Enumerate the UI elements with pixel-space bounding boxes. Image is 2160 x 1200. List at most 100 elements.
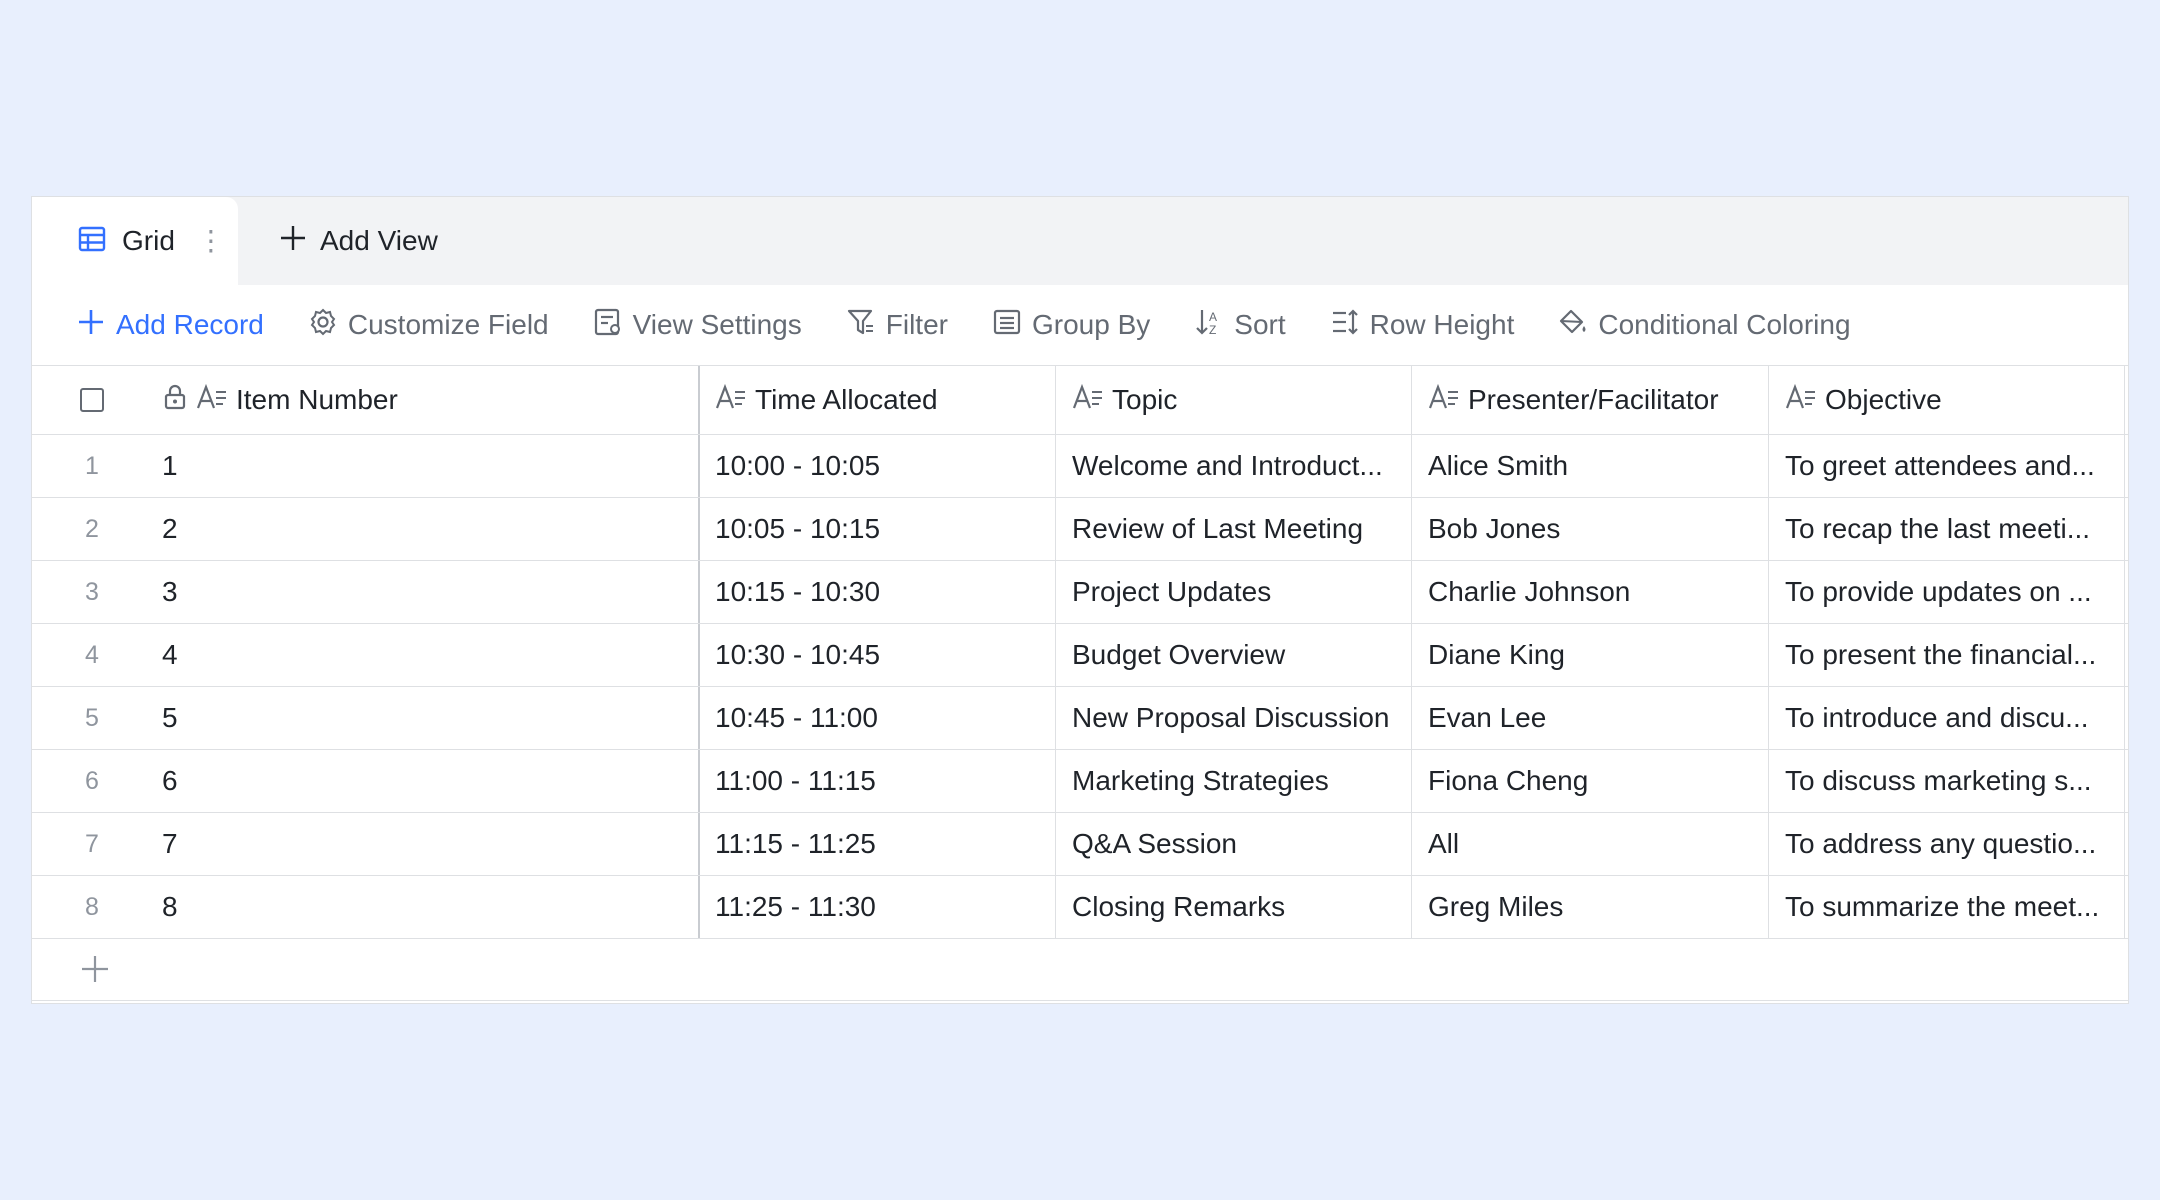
view-settings-icon [593, 307, 633, 344]
cell-time-allocated[interactable]: 10:30 - 10:45 [698, 624, 1055, 686]
select-all-checkbox[interactable] [80, 388, 104, 412]
table-row[interactable]: 6 6 11:00 - 11:15 Marketing Strategies F… [32, 750, 2128, 813]
add-view-button[interactable]: Add View [278, 197, 438, 285]
cell-item-number[interactable]: 4 [152, 624, 698, 686]
sort-button[interactable]: AZ Sort [1194, 307, 1286, 344]
table-row[interactable]: 2 2 10:05 - 10:15 Review of Last Meeting… [32, 498, 2128, 561]
grid-view-icon [78, 225, 106, 258]
cell-item-number[interactable]: 5 [152, 687, 698, 749]
cell-time-allocated[interactable]: 10:45 - 11:00 [698, 687, 1055, 749]
row-number: 7 [85, 829, 99, 858]
row-number: 1 [85, 451, 99, 480]
cell-topic[interactable]: Review of Last Meeting [1055, 498, 1411, 560]
row-height-button[interactable]: Row Height [1330, 307, 1514, 344]
cell-presenter[interactable]: Evan Lee [1411, 687, 1768, 749]
group-by-icon [992, 307, 1032, 344]
cell-presenter[interactable]: Charlie Johnson [1411, 561, 1768, 623]
cell-topic[interactable]: Marketing Strategies [1055, 750, 1411, 812]
column-header-item-number[interactable]: Item Number [152, 366, 698, 434]
column-header-topic[interactable]: Topic [1055, 366, 1411, 434]
table-row[interactable]: 3 3 10:15 - 10:30 Project Updates Charli… [32, 561, 2128, 624]
cell-presenter[interactable]: Greg Miles [1411, 876, 1768, 938]
column-header-label: Time Allocated [755, 384, 938, 415]
tab-more-icon[interactable]: ⋮ [197, 227, 225, 255]
cell-objective[interactable]: To summarize the meet... [1768, 876, 2125, 938]
view-settings-label: View Settings [632, 309, 802, 340]
cell-objective[interactable]: To provide updates on ... [1768, 561, 2125, 623]
cell-presenter[interactable]: Bob Jones [1411, 498, 1768, 560]
header-row: Item Number Time Allocated Topic Present… [32, 365, 2128, 435]
row-number: 5 [85, 703, 99, 732]
row-height-icon [1330, 307, 1370, 344]
add-row-plus-icon[interactable] [79, 953, 111, 985]
cell-item-number[interactable]: 6 [152, 750, 698, 812]
filter-label: Filter [885, 309, 948, 340]
group-by-label: Group By [1031, 309, 1151, 340]
cell-item-number[interactable]: 3 [152, 561, 698, 623]
table-row[interactable]: 8 8 11:25 - 11:30 Closing Remarks Greg M… [32, 876, 2128, 939]
table-row[interactable]: 4 4 10:30 - 10:45 Budget Overview Diane … [32, 624, 2128, 687]
cell-time-allocated[interactable]: 10:00 - 10:05 [698, 435, 1055, 497]
cell-objective[interactable]: To introduce and discu... [1768, 687, 2125, 749]
cell-time-allocated[interactable]: 11:25 - 11:30 [698, 876, 1055, 938]
text-field-icon [196, 383, 236, 418]
cell-item-number[interactable]: 1 [152, 435, 698, 497]
cell-topic[interactable]: Closing Remarks [1055, 876, 1411, 938]
table-row[interactable]: 1 1 10:00 - 10:05 Welcome and Introduct.… [32, 435, 2128, 498]
row-number: 4 [85, 640, 99, 669]
cell-topic[interactable]: New Proposal Discussion [1055, 687, 1411, 749]
cell-item-number[interactable]: 7 [152, 813, 698, 875]
cell-topic[interactable]: Welcome and Introduct... [1055, 435, 1411, 497]
cell-presenter[interactable]: Alice Smith [1411, 435, 1768, 497]
cell-item-number[interactable]: 2 [152, 498, 698, 560]
svg-text:Z: Z [1209, 323, 1216, 337]
conditional-coloring-button[interactable]: Conditional Coloring [1558, 307, 1851, 344]
cell-item-number[interactable]: 8 [152, 876, 698, 938]
cell-objective[interactable]: To address any questio... [1768, 813, 2125, 875]
text-field-icon [1785, 383, 1825, 418]
group-by-button[interactable]: Group By [992, 307, 1150, 344]
table-row[interactable]: 5 5 10:45 - 11:00 New Proposal Discussio… [32, 687, 2128, 750]
cell-time-allocated[interactable]: 10:05 - 10:15 [698, 498, 1055, 560]
cell-topic[interactable]: Q&A Session [1055, 813, 1411, 875]
view-tab-bar: Grid ⋮ Add View [32, 197, 2128, 285]
row-number: 3 [85, 577, 99, 606]
text-field-icon [1072, 383, 1112, 418]
toolbar: Add Record Customize Field View Settings… [32, 285, 2128, 365]
cell-time-allocated[interactable]: 11:00 - 11:15 [698, 750, 1055, 812]
tab-grid[interactable]: Grid ⋮ [32, 197, 238, 285]
column-header-objective[interactable]: Objective [1768, 366, 2125, 434]
customize-field-button[interactable]: Customize Field [308, 307, 549, 344]
plus-icon [278, 223, 320, 260]
sort-label: Sort [1234, 309, 1286, 340]
cell-objective[interactable]: To present the financial... [1768, 624, 2125, 686]
cell-presenter[interactable]: Diane King [1411, 624, 1768, 686]
column-header-label: Item Number [236, 384, 398, 415]
cell-objective[interactable]: To discuss marketing s... [1768, 750, 2125, 812]
add-record-button[interactable]: Add Record [76, 307, 264, 344]
add-view-label: Add View [320, 225, 438, 256]
filter-button[interactable]: Filter [846, 307, 948, 344]
column-header-label: Topic [1112, 384, 1178, 415]
text-field-icon [715, 383, 755, 418]
cell-time-allocated[interactable]: 10:15 - 10:30 [698, 561, 1055, 623]
cell-objective[interactable]: To greet attendees and... [1768, 435, 2125, 497]
cell-objective[interactable]: To recap the last meeti... [1768, 498, 2125, 560]
lock-icon [162, 383, 196, 418]
view-settings-button[interactable]: View Settings [593, 307, 802, 344]
column-header-presenter[interactable]: Presenter/Facilitator [1411, 366, 1768, 434]
plus-icon [76, 307, 116, 344]
filter-icon [846, 307, 886, 344]
sort-icon: AZ [1194, 307, 1234, 344]
cell-time-allocated[interactable]: 11:15 - 11:25 [698, 813, 1055, 875]
add-row-bar [32, 939, 2128, 1001]
column-header-label: Objective [1825, 384, 1942, 415]
cell-topic[interactable]: Project Updates [1055, 561, 1411, 623]
cell-presenter[interactable]: Fiona Cheng [1411, 750, 1768, 812]
cell-topic[interactable]: Budget Overview [1055, 624, 1411, 686]
add-record-label: Add Record [116, 309, 264, 340]
tab-grid-label: Grid [122, 225, 175, 256]
column-header-time-allocated[interactable]: Time Allocated [698, 366, 1055, 434]
table-row[interactable]: 7 7 11:15 - 11:25 Q&A Session All To add… [32, 813, 2128, 876]
cell-presenter[interactable]: All [1411, 813, 1768, 875]
